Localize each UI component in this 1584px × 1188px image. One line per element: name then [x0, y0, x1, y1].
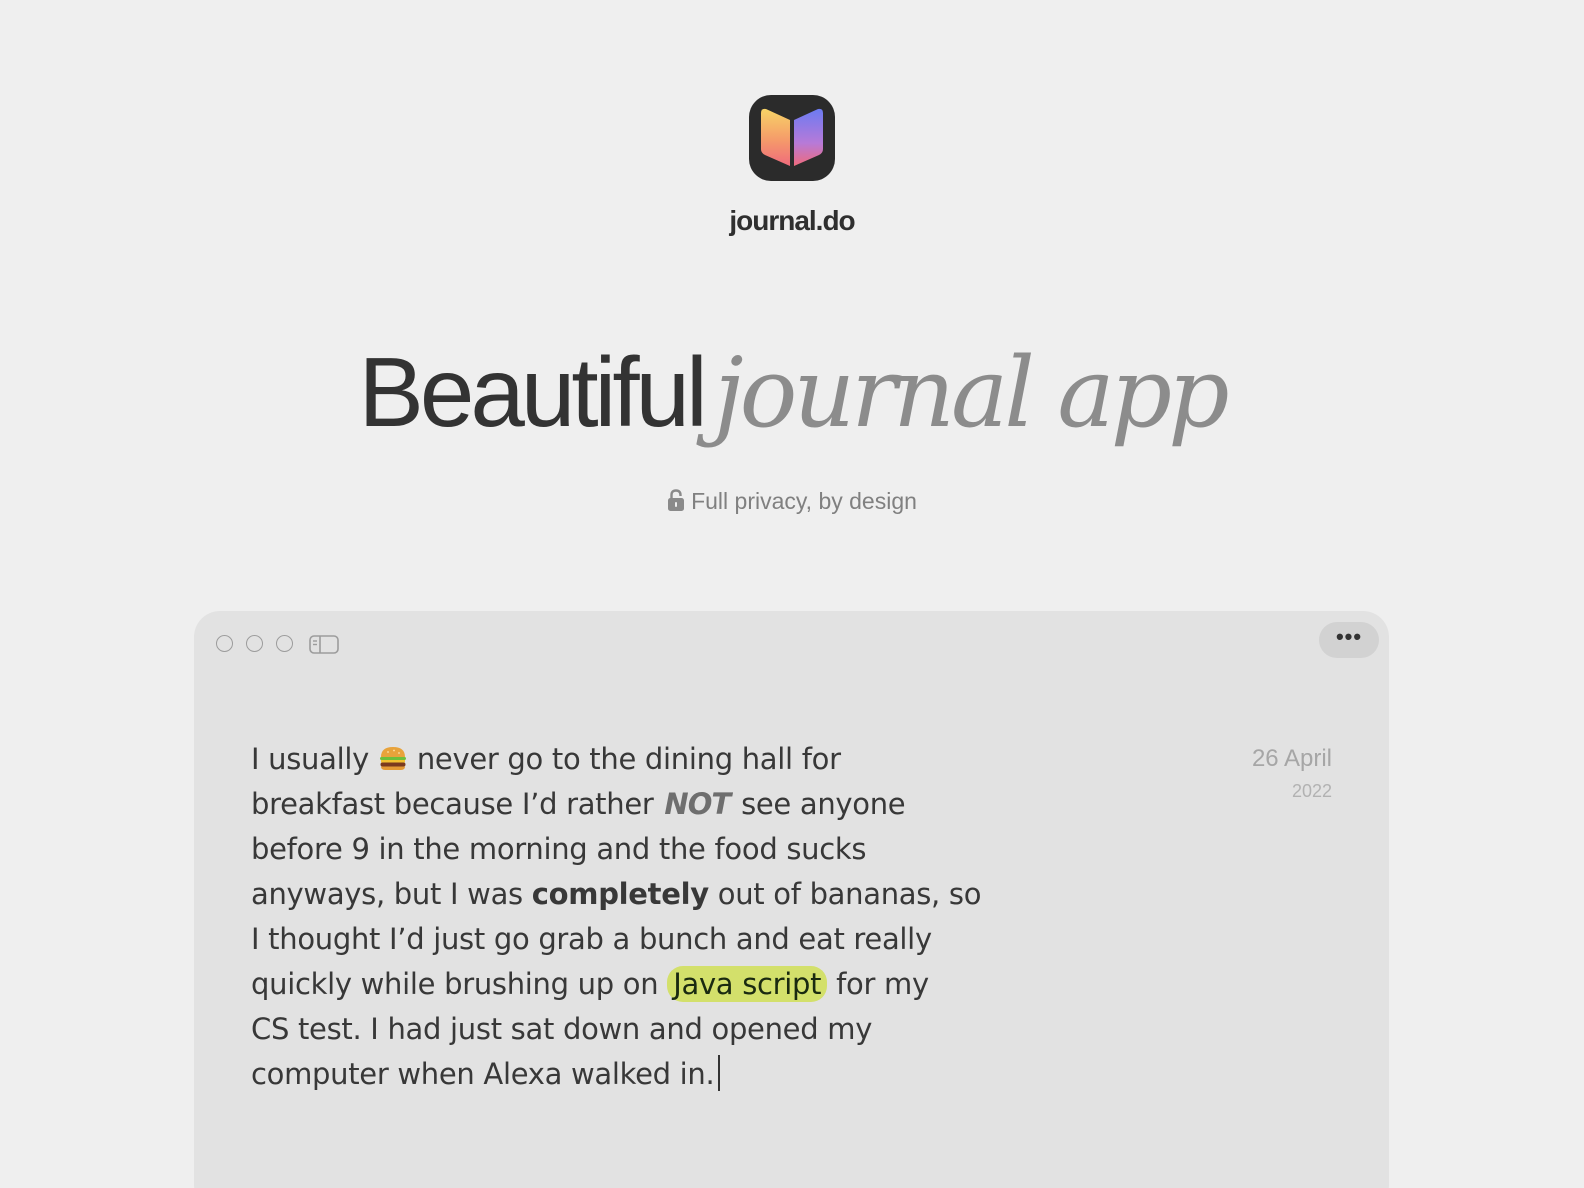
- landing-page: journal.do Beautiful journal app Full pri…: [0, 0, 1584, 1188]
- text-cursor: [718, 1055, 721, 1091]
- headline-italic: journal app: [713, 337, 1230, 449]
- close-button[interactable]: [216, 635, 233, 652]
- entry-line: I usually never go to the dining hall fo…: [251, 742, 841, 776]
- lock-icon: [668, 489, 685, 511]
- app-window: ••• 26 April 2022 I usually never go to …: [194, 611, 1389, 1188]
- headline-plain: Beautiful: [358, 337, 707, 447]
- burger-emoji: [379, 747, 406, 770]
- entry-year: 2022: [1291, 781, 1332, 801]
- open-book-logo-icon: [749, 95, 835, 181]
- zoom-button[interactable]: [276, 635, 293, 652]
- brand-name: journal.do: [729, 205, 855, 236]
- minimize-button[interactable]: [246, 635, 263, 652]
- more-options-button[interactable]: •••: [1319, 622, 1379, 658]
- page-title: Beautiful journal app: [0, 332, 1584, 482]
- entry-line: I thought I’d just go grab a bunch and e…: [251, 922, 932, 956]
- tagline: Full privacy, by design: [0, 488, 1584, 515]
- handwritten-not-annotation: NOT: [664, 787, 731, 821]
- entry-line: CS test. I had just sat down and opened …: [251, 1012, 873, 1046]
- highlighted-text: Java script: [667, 966, 828, 1002]
- entry-line: anyways, but I was completely out of ban…: [251, 877, 982, 911]
- entry-line: before 9 in the morning and the food suc…: [251, 832, 867, 866]
- entry-line: computer when Alexa walked in.: [251, 1052, 1011, 1097]
- journal-entry-text[interactable]: I usually never go to the dining hall fo…: [251, 737, 1011, 1097]
- entry-line: breakfast because I’d rather NOT see any…: [251, 787, 906, 821]
- tagline-text: Full privacy, by design: [691, 488, 917, 514]
- sidebar-toggle-icon[interactable]: [309, 635, 339, 659]
- bold-text: completely: [531, 877, 709, 911]
- entry-line: quickly while brushing up on Java script…: [251, 966, 929, 1002]
- entry-date: 26 April: [1251, 745, 1332, 772]
